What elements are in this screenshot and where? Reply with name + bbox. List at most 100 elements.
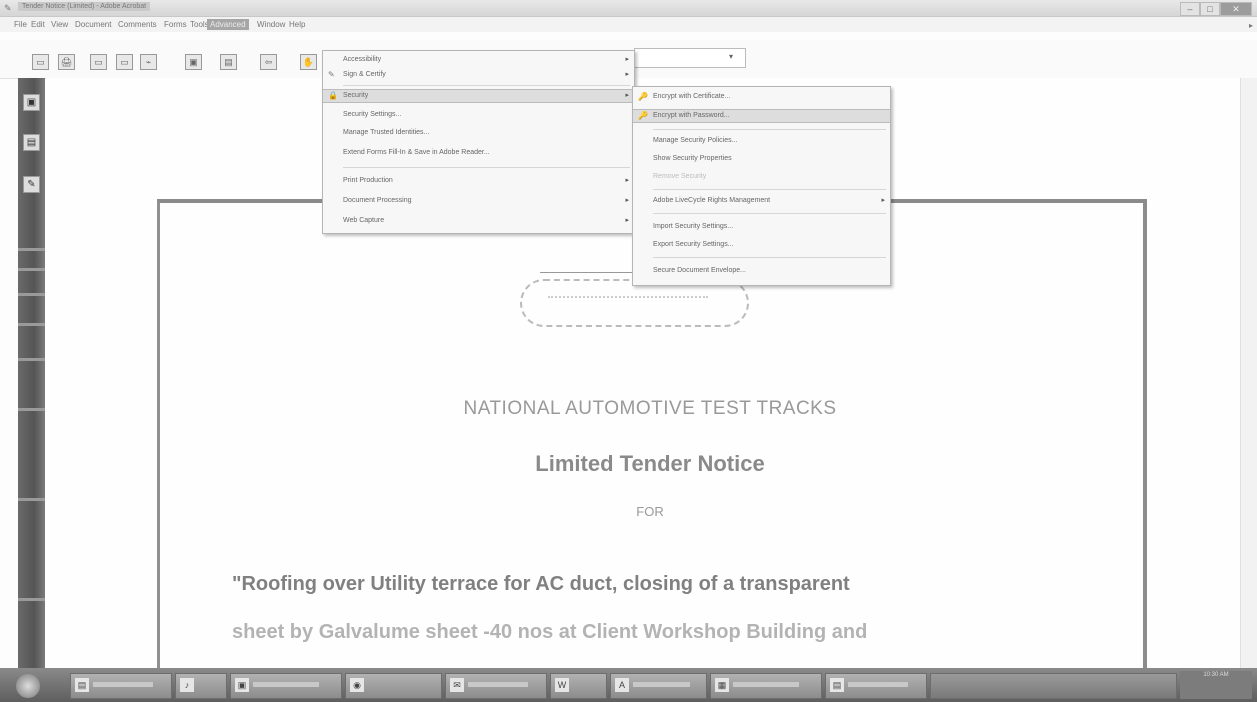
submenu-arrow-icon: ▸ [625, 217, 629, 224]
menu-item-encrypt-certificate[interactable]: 🔑 Encrypt with Certificate... [633, 91, 890, 103]
word-icon: W [555, 678, 569, 692]
start-button[interactable] [16, 674, 40, 698]
menu-item-remove-security: Remove Security [633, 171, 890, 183]
menu-item-label: Sign & Certify [343, 71, 386, 78]
bookmarks-icon[interactable]: ▤ [23, 134, 40, 151]
menu-item-label: Accessibility [343, 56, 382, 63]
menu-item-label: Secure Document Envelope... [653, 267, 746, 274]
menu-item-label: Web Capture [343, 217, 385, 224]
menu-advanced[interactable]: Advanced [207, 19, 249, 30]
zoom-combo[interactable]: ▾ [634, 48, 746, 68]
taskbar-app-mail[interactable]: ✉ [445, 673, 547, 699]
menu-item-label: Print Production [343, 177, 393, 184]
taskbar-label [848, 682, 908, 687]
taskbar-label [633, 682, 690, 687]
menu-item-label: Document Processing [343, 197, 412, 204]
taskbar-label [253, 682, 319, 687]
hand-tool-icon[interactable]: ✋ [300, 54, 317, 70]
menubar-overflow-icon[interactable]: ▸ [1249, 21, 1253, 30]
menu-item-label: Manage Security Policies... [653, 137, 738, 144]
menu-item-import-settings[interactable]: Import Security Settings... [633, 221, 890, 233]
nav-stripe [18, 323, 45, 326]
menu-item-security-settings[interactable]: Security Settings... [323, 109, 634, 121]
maximize-button[interactable]: □ [1200, 2, 1220, 16]
save-icon[interactable]: ▭ [116, 54, 133, 70]
key-icon: 🔑 [638, 92, 648, 101]
email-icon[interactable]: ▭ [90, 54, 107, 70]
taskbar-app-viewer[interactable]: ▦ [710, 673, 822, 699]
pen-icon: ✎ [328, 70, 335, 79]
organization-logo [520, 279, 749, 327]
menu-item-rights-management[interactable]: Adobe LiveCycle Rights Management ▸ [633, 195, 890, 207]
nav-stripe [18, 358, 45, 361]
close-button[interactable]: ✕ [1220, 2, 1252, 16]
taskbar-app-acrobat[interactable]: A [610, 673, 707, 699]
menu-separator [343, 85, 630, 86]
taskbar-app-explorer-2[interactable]: ▤ [825, 673, 927, 699]
nav-stripe [18, 408, 45, 411]
menu-item-export-settings[interactable]: Export Security Settings... [633, 239, 890, 251]
taskbar: ▤ ♪ ▣ ◉ ✉ W A ▦ ▤ 10:30 AM [0, 668, 1257, 702]
submenu-arrow-icon: ▸ [625, 56, 629, 63]
menu-item-sign-certify[interactable]: ✎ Sign & Certify ▸ [323, 69, 634, 81]
print-icon[interactable]: 🖨 [58, 54, 75, 70]
select-icon[interactable]: ▣ [185, 54, 202, 70]
menu-item-show-properties[interactable]: Show Security Properties [633, 153, 890, 165]
taskbar-label [733, 682, 799, 687]
menu-help[interactable]: Help [286, 19, 308, 30]
create-pdf-icon[interactable]: ▭ [32, 54, 49, 70]
body-line-1: "Roofing over Utility terrace for AC duc… [232, 573, 850, 595]
menu-view[interactable]: View [48, 19, 71, 30]
snapshot-icon[interactable]: ▤ [220, 54, 237, 70]
notification-area[interactable] [930, 673, 1177, 699]
submenu-arrow-icon: ▸ [625, 92, 629, 99]
taskbar-app-document[interactable]: ▣ [230, 673, 342, 699]
menu-item-trusted-identities[interactable]: Manage Trusted Identities... [323, 127, 634, 139]
menu-item-manage-policies[interactable]: Manage Security Policies... [633, 135, 890, 147]
menu-edit[interactable]: Edit [28, 19, 48, 30]
menu-item-extend-forms[interactable]: Extend Forms Fill-In & Save in Adobe Rea… [323, 147, 634, 159]
menu-item-label: Import Security Settings... [653, 223, 734, 230]
minimize-button[interactable]: – [1180, 2, 1200, 16]
key-icon: 🔑 [638, 111, 648, 120]
taskbar-app-explorer[interactable]: ▤ [70, 673, 172, 699]
menu-item-security[interactable]: 🔒 Security ▸ [323, 89, 634, 103]
menu-window[interactable]: Window [254, 19, 288, 30]
vertical-scrollbar[interactable] [1240, 78, 1257, 668]
signatures-icon[interactable]: ✎ [23, 176, 40, 193]
org-name: NATIONAL AUTOMOTIVE TEST TRACKS [463, 398, 837, 419]
menu-forms[interactable]: Forms [161, 19, 190, 30]
for-label: FOR [636, 504, 664, 519]
menu-item-document-processing[interactable]: Document Processing ▸ [323, 195, 634, 207]
menu-item-print-production[interactable]: Print Production ▸ [323, 175, 634, 187]
media-icon: ♪ [180, 678, 194, 692]
window-title: Tender Notice (Limited) - Adobe Acrobat [18, 2, 151, 11]
folder-icon: ▤ [75, 678, 89, 692]
lock-icon: 🔒 [328, 91, 338, 100]
attach-icon[interactable]: ⌁ [140, 54, 157, 70]
menu-item-secure-envelope[interactable]: Secure Document Envelope... [633, 265, 890, 277]
pages-icon[interactable]: ▣ [23, 94, 40, 111]
menu-separator [653, 189, 886, 190]
taskbar-app-word[interactable]: W [550, 673, 607, 699]
mail-icon: ✉ [450, 678, 464, 692]
body-line-2: sheet by Galvalume sheet -40 nos at Clie… [232, 621, 868, 643]
menu-item-label: Remove Security [653, 173, 707, 180]
clock[interactable]: 10:30 AM [1180, 671, 1252, 699]
advanced-menu: Accessibility ▸ ✎ Sign & Certify ▸ 🔒 Sec… [322, 50, 635, 234]
nav-stripe [18, 498, 45, 501]
menu-item-accessibility[interactable]: Accessibility ▸ [323, 54, 634, 66]
image-icon: ▦ [715, 678, 729, 692]
taskbar-app-browser[interactable]: ◉ [345, 673, 442, 699]
menu-comments[interactable]: Comments [115, 19, 160, 30]
taskbar-app-media[interactable]: ♪ [175, 673, 227, 699]
taskbar-label [468, 682, 528, 687]
menu-item-encrypt-password[interactable]: 🔑 Encrypt with Password... [633, 109, 890, 123]
chevron-down-icon[interactable]: ▾ [729, 52, 733, 61]
menu-document[interactable]: Document [72, 19, 114, 30]
browser-icon: ◉ [350, 678, 364, 692]
back-icon[interactable]: ⇦ [260, 54, 277, 70]
menu-item-web-capture[interactable]: Web Capture ▸ [323, 215, 634, 227]
nav-stripe [18, 598, 45, 601]
menu-separator [653, 257, 886, 258]
